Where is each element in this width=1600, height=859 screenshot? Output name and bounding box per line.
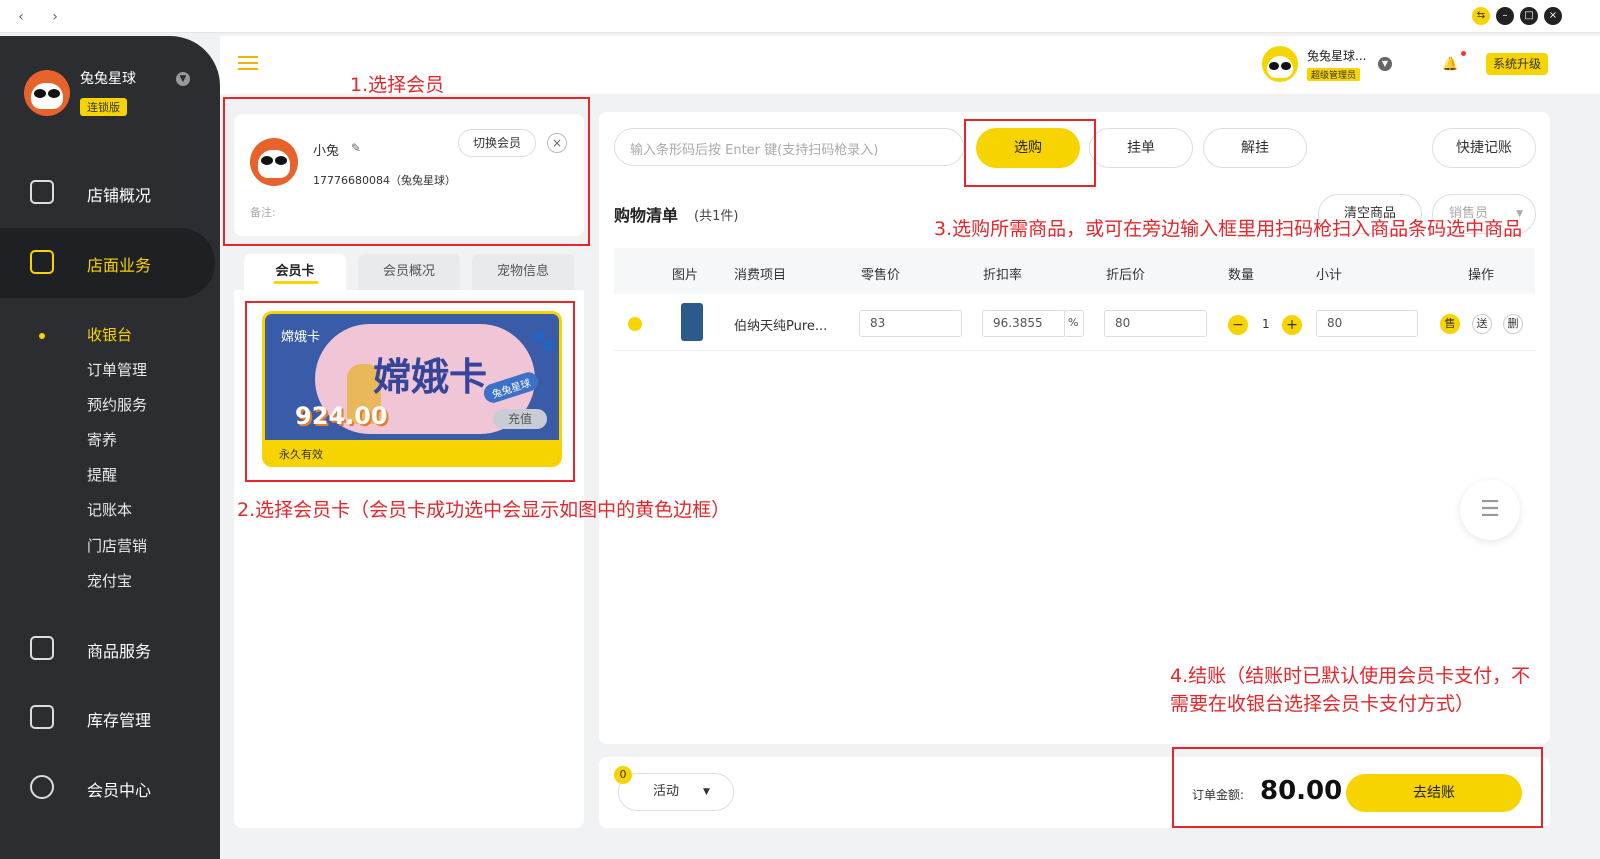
user-avatar[interactable]	[1262, 46, 1298, 82]
submenu-boarding[interactable]: 寄养	[87, 429, 117, 450]
dashboard-icon	[30, 180, 54, 204]
submenu-pay[interactable]: 宠付宝	[87, 570, 132, 591]
product-image	[681, 303, 703, 341]
minimize-icon[interactable]: –	[1496, 7, 1514, 25]
col-qty: 数量	[1228, 268, 1255, 283]
maximize-icon[interactable]: □	[1520, 7, 1538, 25]
tab-member-card[interactable]: 会员卡	[244, 254, 346, 290]
cart-count: (共1件)	[694, 209, 739, 224]
member-icon	[30, 775, 54, 799]
minus-button[interactable]: −	[1228, 315, 1248, 335]
notification-dot	[1461, 51, 1466, 56]
activity-label: 活动	[653, 784, 680, 799]
menu-item-dashboard[interactable]: 店铺概况	[0, 158, 220, 228]
menu-label: 库存管理	[87, 711, 152, 730]
col-price: 零售价	[861, 268, 901, 283]
row-check-icon[interactable]	[628, 317, 642, 331]
bell-icon[interactable]: 🔔	[1442, 57, 1458, 72]
swap-icon[interactable]: ⇆	[1472, 7, 1490, 25]
percent-suffix: %	[1064, 310, 1084, 337]
annotation-box-2	[245, 301, 575, 482]
hang-order-button[interactable]: 挂单	[1089, 128, 1193, 168]
tab-underline	[274, 281, 318, 284]
role-badge: 超级管理员	[1307, 68, 1361, 81]
menu-item-members[interactable]: 会员中心	[0, 753, 220, 823]
col-image: 图片	[672, 268, 699, 283]
submenu-ledger[interactable]: 记账本	[87, 499, 132, 520]
annotation-4: 4.结账（结账时已默认使用会员卡支付，不需要在收银台选择会员卡支付方式）	[1170, 665, 1531, 715]
annotation-2: 2.选择会员卡（会员卡成功选中会显示如图中的黄色边框）	[237, 499, 731, 521]
tab-member-overview[interactable]: 会员概况	[358, 254, 460, 290]
submenu-marketing[interactable]: 门店营销	[87, 535, 147, 556]
upgrade-button[interactable]: 系统升级	[1486, 53, 1548, 75]
activity-select[interactable]: 活动 ▼	[618, 773, 734, 811]
gift-button[interactable]: 送	[1472, 314, 1492, 334]
annotation-box-1	[223, 97, 590, 246]
product-name: 伯纳天纯Pure...	[734, 319, 828, 334]
brand-name: 兔兔星球	[80, 71, 136, 87]
close-window-icon[interactable]: ×	[1544, 7, 1562, 25]
col-discount: 折扣率	[983, 268, 1023, 283]
brand-avatar	[24, 70, 70, 116]
plus-button[interactable]: +	[1282, 315, 1302, 335]
menu-label: 店铺概况	[87, 186, 152, 205]
quick-ledger-button[interactable]: 快捷记账	[1432, 128, 1536, 168]
col-subtotal: 小计	[1316, 268, 1343, 283]
annotation-3: 3.选购所需商品，或可在旁边输入框里用扫码枪扫入商品条码选中商品	[934, 218, 1523, 240]
edition-badge: 连锁版	[80, 98, 127, 116]
user-name: 兔兔星球...	[1307, 49, 1367, 63]
back-icon[interactable]: ‹	[10, 7, 32, 27]
menu-item-store-business[interactable]: 店面业务	[0, 228, 215, 298]
discount-input[interactable]: 96.3855	[982, 310, 1066, 337]
menu-toggle-icon[interactable]	[238, 56, 258, 70]
price-input[interactable]: 83	[859, 310, 962, 337]
tab-pet-info[interactable]: 宠物信息	[472, 254, 574, 290]
submenu-reminder[interactable]: 提醒	[87, 464, 117, 485]
col-actions: 操作	[1468, 268, 1495, 283]
delete-button[interactable]: 删	[1503, 314, 1523, 334]
qty-value: 1	[1262, 317, 1270, 331]
barcode-input[interactable]: 输入条形码后按 Enter 键(支持扫码枪录入)	[614, 128, 964, 166]
annotation-box-3	[964, 119, 1096, 187]
after-price-input[interactable]: 80	[1104, 310, 1207, 337]
unhang-order-button[interactable]: 解挂	[1203, 128, 1307, 168]
forward-icon[interactable]: ›	[44, 7, 66, 27]
cart-title: 购物清单	[614, 206, 679, 225]
bag-icon	[30, 636, 54, 660]
title-bar	[0, 0, 1600, 33]
annotation-box-4	[1172, 747, 1543, 828]
col-item: 消费项目	[734, 268, 787, 283]
sell-button[interactable]: 售	[1440, 314, 1460, 334]
menu-item-inventory[interactable]: 库存管理	[0, 683, 220, 753]
active-dot	[39, 333, 45, 339]
menu-label: 商品服务	[87, 642, 152, 661]
col-after-price: 折后价	[1106, 268, 1146, 283]
chevron-down-icon[interactable]: ▼	[176, 72, 190, 86]
subtotal-input[interactable]: 80	[1316, 310, 1418, 337]
submenu-orders[interactable]: 订单管理	[87, 359, 147, 380]
menu-label: 店面业务	[87, 256, 152, 275]
submenu-booking[interactable]: 预约服务	[87, 394, 147, 415]
submenu-cashier[interactable]: 收银台	[87, 324, 132, 345]
activity-count-badge: 0	[614, 766, 632, 784]
chevron-down-icon: ▼	[703, 787, 710, 797]
list-icon[interactable]: ☰	[1460, 480, 1520, 540]
box-icon	[30, 705, 54, 729]
menu-item-goods[interactable]: 商品服务	[0, 614, 220, 684]
chevron-down-icon[interactable]: ▼	[1378, 57, 1392, 71]
menu-label: 会员中心	[87, 781, 152, 800]
annotation-1: 1.选择会员	[350, 74, 445, 96]
home-icon	[30, 250, 54, 274]
